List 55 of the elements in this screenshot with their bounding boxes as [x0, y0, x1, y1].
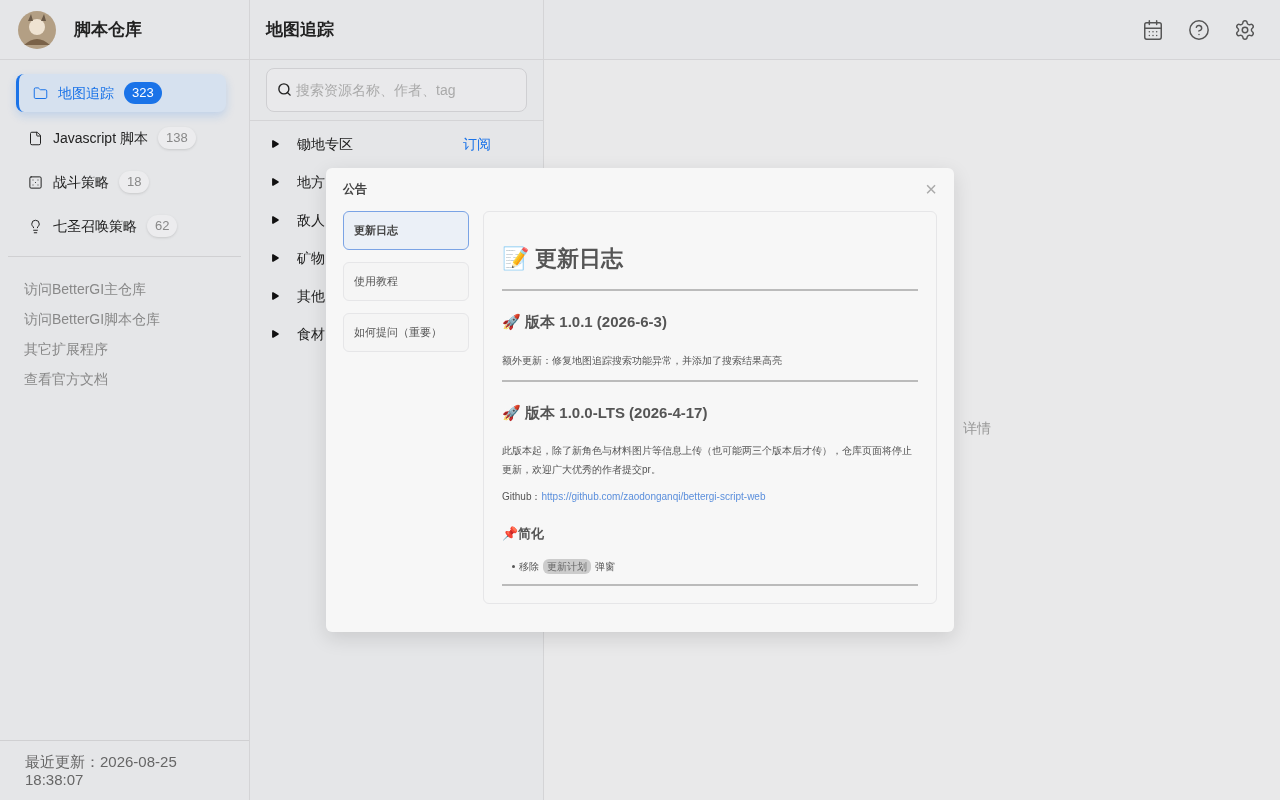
- category-label: 食材: [297, 324, 325, 344]
- dialog-tab[interactable]: 更新日志: [343, 211, 469, 250]
- expand-icon[interactable]: [270, 215, 280, 225]
- changelog-text: 额外更新：修复地图追踪搜索功能异常，并添加了搜索结果高亮: [502, 353, 783, 368]
- expand-icon[interactable]: [270, 253, 280, 263]
- calendar-icon[interactable]: [1142, 18, 1164, 41]
- count-badge: 18: [119, 171, 150, 193]
- category-label: 其他: [297, 286, 325, 306]
- bullet-text: 弹窗: [595, 559, 615, 574]
- empty-hint: 详情: [963, 418, 991, 438]
- sidebar-link[interactable]: 查看官方文档: [24, 369, 225, 389]
- app-title: 脚本仓库: [74, 18, 142, 41]
- category-label: 地方: [297, 172, 325, 192]
- subscribe-link[interactable]: 订阅: [463, 133, 491, 155]
- sidebar-item[interactable]: 战斗策略 18: [28, 164, 221, 200]
- dialog-tab[interactable]: 使用教程: [343, 262, 469, 301]
- category-label: 敌人: [297, 210, 325, 230]
- version-heading: 🚀 版本 1.0.0-LTS (2026-4-17): [502, 402, 709, 423]
- section-heading: 📌简化: [502, 525, 545, 543]
- last-updated: 最近更新：2026-08-25 18:38:07: [25, 753, 178, 789]
- dialog-tab[interactable]: 如何提问（重要）: [343, 313, 469, 352]
- expand-icon[interactable]: [270, 291, 280, 301]
- inline-code: 更新计划: [543, 558, 591, 574]
- category-label: 锄地专区: [297, 134, 353, 154]
- bullet-icon: [512, 564, 515, 568]
- count-badge: 138: [157, 127, 196, 149]
- bullet-text: 移除: [519, 559, 539, 574]
- folder-icon: [33, 85, 48, 101]
- github-label: Github：: [502, 490, 542, 504]
- github-link[interactable]: https://github.com/zaodonganqi/bettergi-script-web: [541, 489, 766, 504]
- lightbulb-icon: [28, 218, 43, 234]
- expand-icon[interactable]: [270, 139, 280, 149]
- dice-icon: [28, 174, 43, 190]
- help-icon[interactable]: [1188, 18, 1210, 41]
- category-label: 矿物: [297, 248, 325, 268]
- panel-title: 地图追踪: [266, 18, 334, 41]
- expand-icon[interactable]: [270, 177, 280, 187]
- sidebar-item[interactable]: 七圣召唤策略 62: [28, 208, 221, 244]
- sidebar-link[interactable]: 其它扩展程序: [24, 339, 225, 359]
- count-badge: 323: [124, 82, 162, 104]
- search-icon: [277, 82, 292, 97]
- count-badge: 62: [147, 215, 178, 237]
- version-heading: 🚀 版本 1.0.1 (2026-6-3): [502, 312, 668, 332]
- expand-icon[interactable]: [270, 329, 280, 339]
- sidebar-link[interactable]: 访问BetterGI主仓库: [24, 279, 225, 299]
- changelog-heading: 📝 更新日志: [502, 242, 918, 291]
- sidebar-item[interactable]: 地图追踪 323: [16, 74, 226, 112]
- changelog-text: 此版本起，除了新角色与材料图片等信息上传（也可能两三个版本后才传），仓库页面将停止更新，欢迎广大优秀的作者提交pr。: [502, 444, 913, 477]
- file-icon: [28, 130, 43, 146]
- search-field[interactable]: 搜索资源名称、作者、tag: [266, 68, 527, 112]
- sidebar-link[interactable]: 访问BetterGI脚本仓库: [24, 309, 225, 329]
- sidebar-item[interactable]: Javascript 脚本 138: [28, 120, 221, 156]
- settings-icon[interactable]: [1234, 18, 1256, 41]
- avatar: [18, 10, 56, 49]
- dialog-title: 公告: [343, 181, 367, 198]
